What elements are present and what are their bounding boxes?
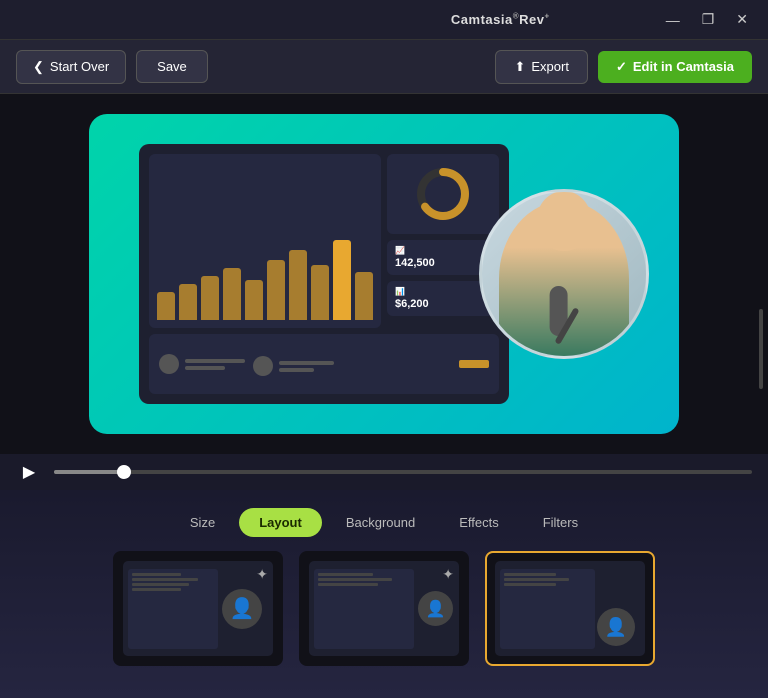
- layout-option-1[interactable]: 👤 ✦: [113, 551, 283, 666]
- timeline-scrubber[interactable]: [117, 465, 131, 479]
- bottom-panel: Size Layout Background Effects Filters 👤: [0, 490, 768, 698]
- tab-background[interactable]: Background: [326, 508, 435, 537]
- toolbar: ❮ Start Over Save ⬆ Export ✓ Edit in Cam…: [0, 40, 768, 94]
- start-over-label: Start Over: [50, 59, 109, 74]
- timeline-progress: [54, 470, 124, 474]
- timeline: ▶: [0, 454, 768, 490]
- start-over-button[interactable]: ❮ Start Over: [16, 50, 126, 84]
- export-button[interactable]: ⬆ Export: [495, 50, 587, 84]
- tab-bar: Size Layout Background Effects Filters: [170, 490, 598, 551]
- close-button[interactable]: ✕: [732, 9, 752, 30]
- edit-camtasia-label: Edit in Camtasia: [633, 59, 734, 74]
- tab-layout[interactable]: Layout: [239, 508, 322, 537]
- edit-in-camtasia-button[interactable]: ✓ Edit in Camtasia: [598, 51, 752, 83]
- stat2-value: $6,200: [395, 298, 491, 310]
- save-label: Save: [157, 59, 187, 74]
- maximize-button[interactable]: ❐: [698, 9, 719, 30]
- save-button[interactable]: Save: [136, 50, 208, 83]
- window-controls: — ❐ ✕: [662, 9, 752, 30]
- tab-size[interactable]: Size: [170, 508, 235, 537]
- minimize-button[interactable]: —: [662, 10, 684, 30]
- tab-filters[interactable]: Filters: [523, 508, 598, 537]
- sparkle-icon-2: ✦: [442, 566, 454, 583]
- stat1-value: 142,500: [395, 257, 491, 269]
- layouts-grid: 👤 ✦ 👤 ✦: [0, 551, 768, 666]
- scroll-indicator: [759, 309, 763, 389]
- layout-option-3[interactable]: 👤: [485, 551, 655, 666]
- export-label: Export: [531, 59, 569, 74]
- play-button[interactable]: ▶: [16, 459, 42, 485]
- tab-effects[interactable]: Effects: [439, 508, 519, 537]
- preview-area: 📈 142,500 📊 $6,200: [0, 94, 768, 454]
- upload-icon: ⬆: [514, 59, 525, 75]
- check-icon: ✓: [616, 59, 627, 75]
- chevron-left-icon: ❮: [33, 59, 44, 75]
- preview-canvas: 📈 142,500 📊 $6,200: [89, 114, 679, 434]
- sparkle-icon-1: ✦: [256, 566, 268, 583]
- dashboard-mockup: 📈 142,500 📊 $6,200: [139, 144, 509, 404]
- title-bar: Camtasia®Rev+ — ❐ ✕: [0, 0, 768, 40]
- webcam-overlay: [479, 189, 649, 359]
- timeline-track[interactable]: [54, 470, 752, 474]
- app-title: Camtasia®Rev+: [339, 12, 662, 27]
- layout-option-2[interactable]: 👤 ✦: [299, 551, 469, 666]
